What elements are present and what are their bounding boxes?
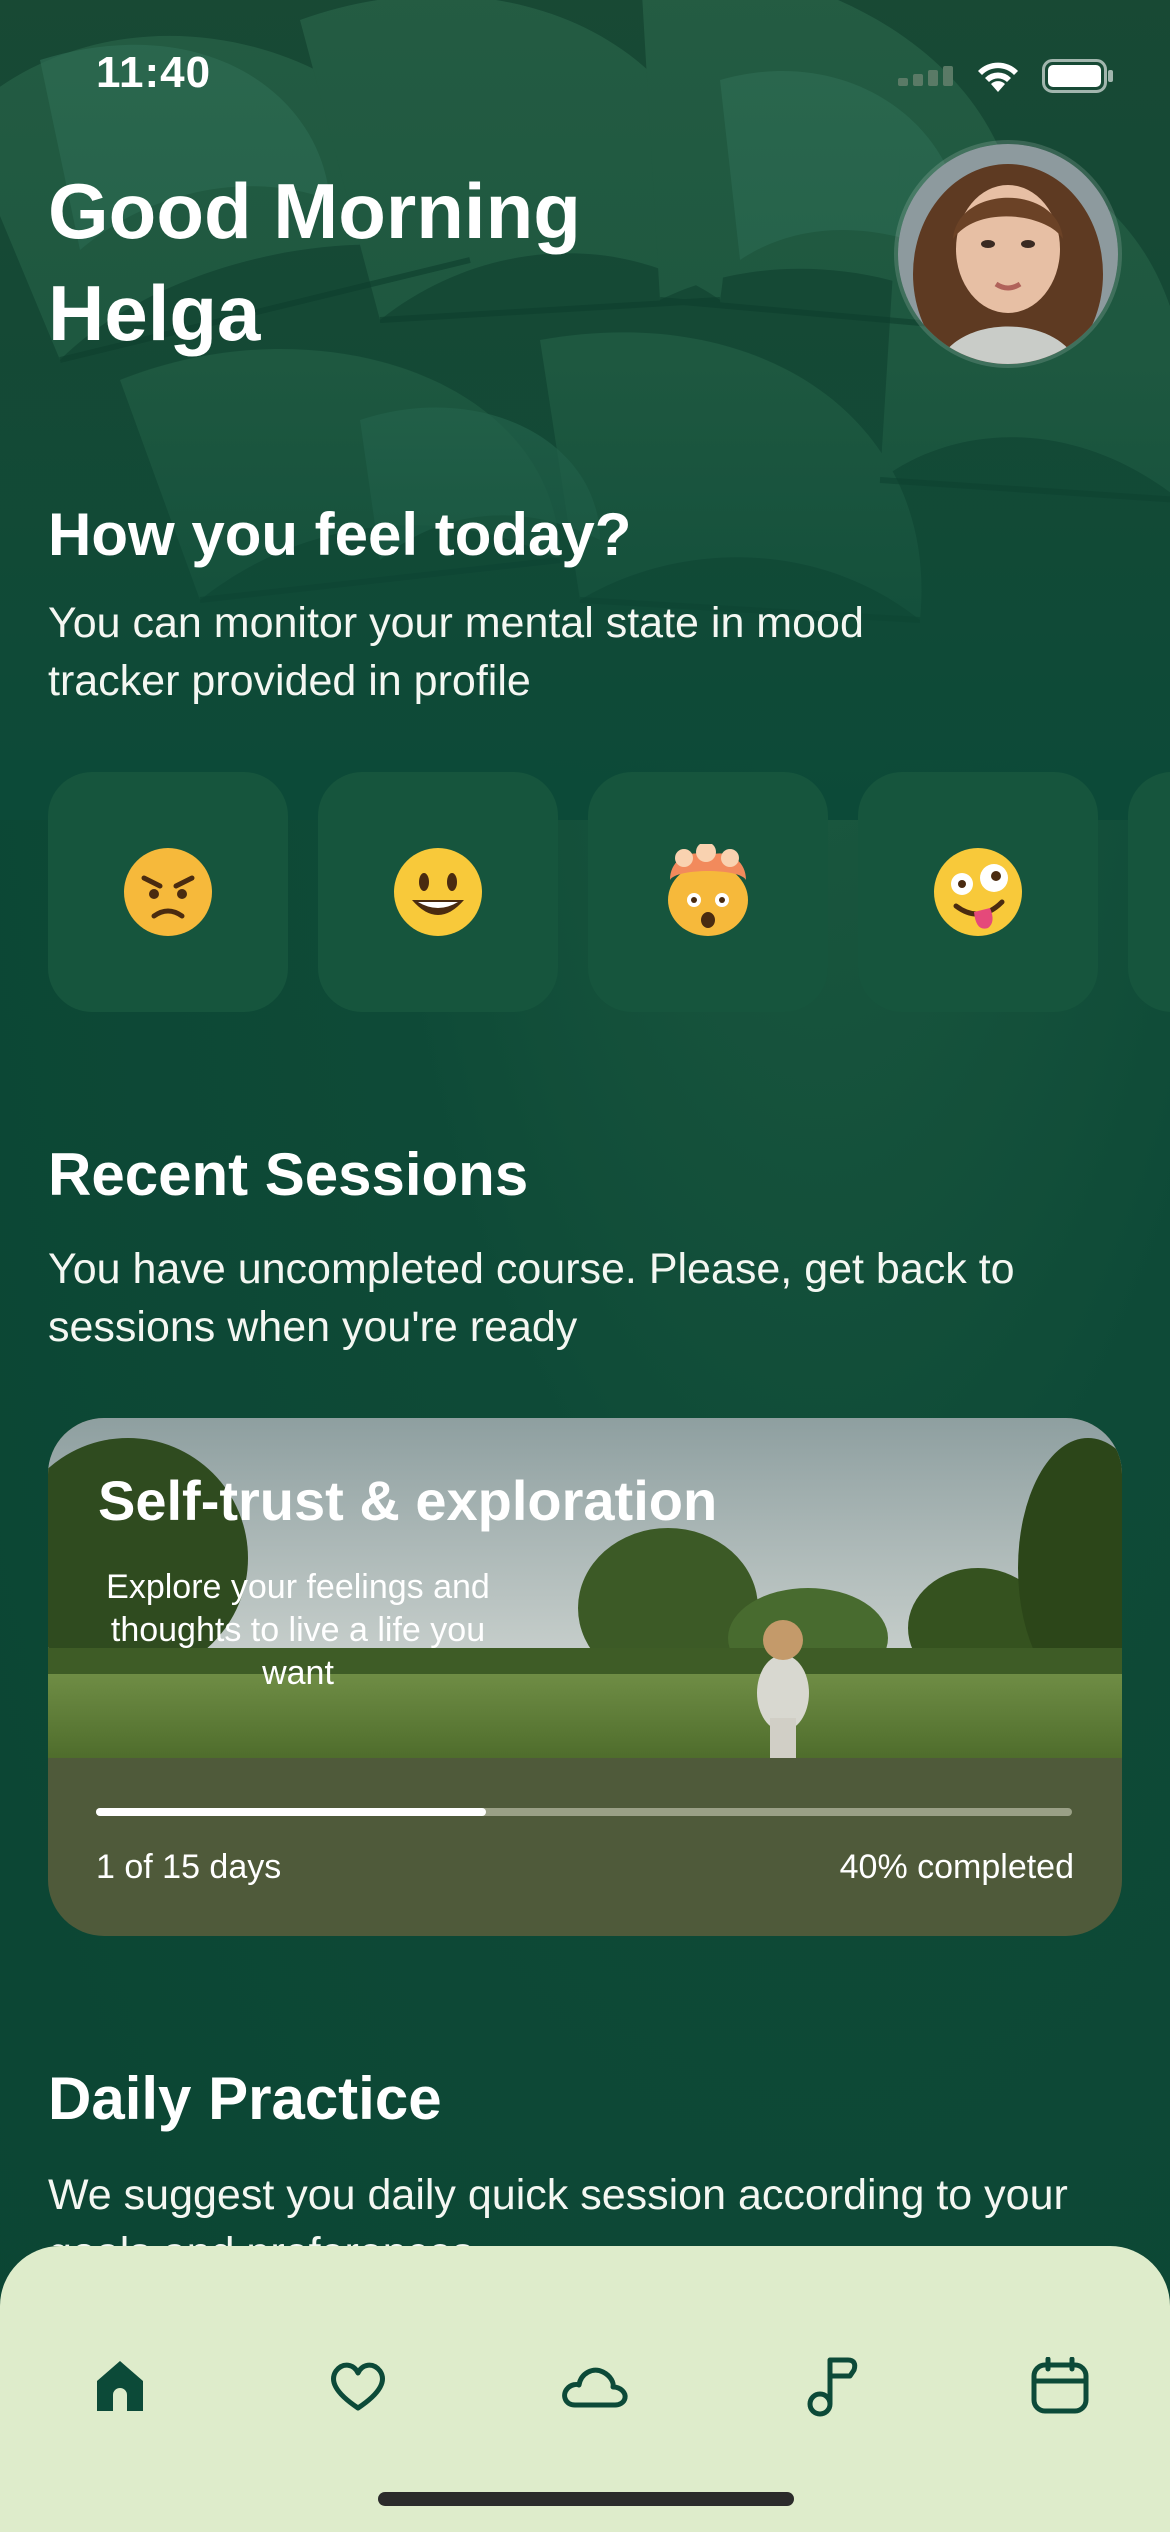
zany-face-icon [934, 848, 1022, 936]
signal-icon [898, 66, 953, 86]
tab-bar [0, 2246, 1170, 2532]
avatar-image [898, 144, 1118, 364]
course-progress-bar [96, 1808, 1072, 1816]
status-icons [898, 58, 1114, 94]
course-completed-label: 40% completed [839, 1848, 1074, 1886]
course-card[interactable]: Self-trust & exploration Explore your fe… [48, 1418, 1122, 1936]
cloud-icon [562, 2367, 628, 2408]
status-bar: 11:40 [0, 0, 1170, 150]
mood-section-description: You can monitor your mental state in moo… [48, 599, 864, 705]
recent-sessions-title: Recent Sessions [48, 1141, 529, 1208]
home-icon [97, 2361, 143, 2411]
daily-practice-title: Daily Practice [48, 2065, 442, 2132]
status-time: 11:40 [96, 48, 212, 97]
mood-option-mind-blown[interactable] [588, 772, 828, 1012]
mood-section-title: How you feel today? [48, 501, 632, 568]
tab-weather[interactable] [534, 2326, 654, 2446]
home-indicator[interactable] [378, 2492, 794, 2506]
course-title: Self-trust & exploration [98, 1469, 718, 1532]
greeting-title: Good Morning Helga [48, 167, 581, 357]
course-progress-fill [96, 1808, 487, 1816]
heart-icon [331, 2362, 385, 2411]
course-subtitle: Explore your feelings and thoughts to li… [106, 1568, 490, 1692]
smiling-face-icon [394, 848, 482, 936]
angry-face-icon [124, 848, 212, 936]
mood-option-zany[interactable] [858, 772, 1098, 1012]
wifi-icon [978, 62, 1018, 92]
mood-option-angry[interactable] [48, 772, 288, 1012]
mood-option-more[interactable] [1128, 772, 1170, 1012]
tab-calendar[interactable] [1000, 2326, 1120, 2446]
course-days-label: 1 of 15 days [96, 1848, 282, 1886]
music-note-icon [807, 2357, 858, 2417]
mood-option-happy[interactable] [318, 772, 558, 1012]
tab-home[interactable] [60, 2326, 180, 2446]
tab-favorites[interactable] [298, 2326, 418, 2446]
battery-icon [1042, 59, 1113, 93]
home-screen: 11:40 Good Morning Helga How you feel to… [0, 0, 1170, 2532]
tab-music[interactable] [772, 2326, 892, 2446]
mood-options [48, 772, 1170, 1012]
calendar-icon [1031, 2357, 1089, 2414]
profile-avatar[interactable] [894, 140, 1122, 368]
exploding-head-icon [668, 844, 748, 936]
recent-sessions-description: You have uncompleted course. Please, get… [48, 1245, 1015, 1351]
daily-practice-description: We suggest you daily quick session accor… [48, 2171, 1068, 2246]
